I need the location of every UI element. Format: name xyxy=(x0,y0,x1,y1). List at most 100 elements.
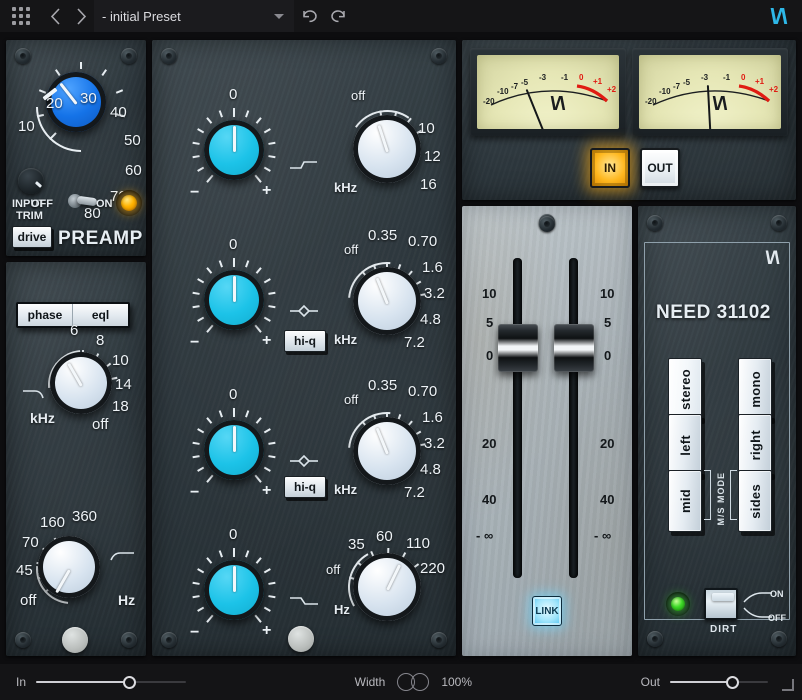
band2-freq-off: off xyxy=(344,242,358,257)
fader-r-inf: - ∞ xyxy=(594,528,611,543)
lp-scale-70: 70 xyxy=(22,534,39,551)
preset-selector[interactable]: - initial Preset xyxy=(94,0,294,32)
input-trim-knob[interactable] xyxy=(18,168,44,194)
in-slider[interactable] xyxy=(36,675,186,689)
band3-freq-unit: kHz xyxy=(334,482,357,497)
meter-panel: -20 -10 -7 -5 -3 -1 0 +1 +2 N xyxy=(462,40,796,200)
screw-icon xyxy=(161,48,177,64)
band3-gain-center: 0 xyxy=(229,386,237,403)
band2-freq-48: 4.8 xyxy=(420,311,441,328)
width-value: 100% xyxy=(441,675,472,689)
preamp-led xyxy=(121,195,137,211)
filter-panel: phase eql 6 8 10 14 18 xyxy=(6,262,146,656)
dirt-switch[interactable] xyxy=(704,588,738,620)
preamp-scale-20: 20 xyxy=(46,95,63,112)
band2-freq-knob[interactable] xyxy=(353,267,421,335)
meter-in-button[interactable]: IN xyxy=(590,148,630,188)
band3-freq-32: 3.2 xyxy=(424,435,445,452)
ms-button-stereo[interactable]: stereo xyxy=(668,358,702,420)
band1-freq-16: 16 xyxy=(420,176,437,193)
ms-button-left-label: left xyxy=(678,435,693,456)
chevron-down-icon xyxy=(274,14,284,19)
band3-freq-knob[interactable] xyxy=(353,417,421,485)
redo-icon xyxy=(330,8,348,24)
screw-icon xyxy=(771,215,787,231)
ms-button-sides[interactable]: sides xyxy=(738,470,772,532)
dirt-off-label: OFF xyxy=(768,613,786,623)
fader-right-track[interactable] xyxy=(569,258,578,578)
band1-gain-knob[interactable] xyxy=(204,120,264,180)
drive-button[interactable]: drive xyxy=(12,226,52,248)
redo-button[interactable] xyxy=(324,0,354,32)
vu-logo-right: N xyxy=(713,93,727,116)
lp-scale-off: off xyxy=(20,592,36,609)
in-slider-thumb[interactable] xyxy=(123,676,136,689)
filter-round-button[interactable] xyxy=(62,627,88,653)
meter-out-button[interactable]: OUT xyxy=(640,148,680,188)
band3-hiq-button[interactable]: hi-q xyxy=(284,476,326,498)
lp-unit: Hz xyxy=(118,592,135,608)
band4-freq-off: off xyxy=(326,562,340,577)
next-preset-button[interactable] xyxy=(68,0,94,32)
fader-left-track[interactable] xyxy=(513,258,522,578)
out-slider[interactable] xyxy=(670,675,768,689)
band2-gain-knob[interactable] xyxy=(204,270,264,330)
preamp-off-label: OFF xyxy=(31,198,53,210)
top-toolbar: - initial Preset N xyxy=(0,0,802,32)
band3-freq-72: 7.2 xyxy=(404,484,425,501)
band2-hiq-button[interactable]: hi-q xyxy=(284,330,326,352)
prev-preset-button[interactable] xyxy=(42,0,68,32)
fader-right-handle[interactable] xyxy=(554,324,594,372)
bottom-bar: In Width 100% Out xyxy=(0,664,802,700)
hp-scale-8: 8 xyxy=(96,332,104,349)
dirt-label: DIRT xyxy=(710,624,737,635)
eql-button[interactable]: eql xyxy=(73,304,128,326)
phase-button[interactable]: phase xyxy=(18,304,73,326)
fader-link-button[interactable]: LINK xyxy=(532,596,562,626)
high-cut-knob[interactable] xyxy=(50,352,112,414)
fader-r-5: 5 xyxy=(604,315,611,330)
band4-gain-knob[interactable] xyxy=(204,560,264,620)
band2-freq-035: 0.35 xyxy=(368,227,397,244)
fader-left-handle[interactable] xyxy=(498,324,538,372)
vu-meter-left: -20 -10 -7 -5 -3 -1 0 +1 +2 N xyxy=(470,48,626,136)
eq-round-button[interactable] xyxy=(288,626,314,652)
preamp-scale-10: 10 xyxy=(18,118,35,135)
band3-freq-070: 0.70 xyxy=(408,383,437,400)
ms-button-left[interactable]: left xyxy=(668,414,702,476)
grid-menu-button[interactable] xyxy=(0,0,42,32)
fader-l-0: 0 xyxy=(486,348,493,363)
preamp-power-switch[interactable] xyxy=(66,192,100,216)
out-slider-fill xyxy=(670,681,732,683)
low-cut-knob[interactable] xyxy=(38,536,100,598)
band4-gain-minus: − xyxy=(190,624,199,642)
ms-button-sides-label: sides xyxy=(748,484,763,519)
band4-freq-knob[interactable] xyxy=(353,553,421,621)
ms-button-mid[interactable]: mid xyxy=(668,470,702,532)
band4-freq-60: 60 xyxy=(376,528,393,545)
vu-meter-right: -20 -10 -7 -5 -3 -1 0 +1 +2 N xyxy=(632,48,788,136)
in-slider-fill xyxy=(36,681,129,683)
band3-gain-knob[interactable] xyxy=(204,420,264,480)
band1-freq-knob[interactable] xyxy=(353,115,421,183)
ms-button-stereo-label: stereo xyxy=(678,369,693,410)
fader-r-0: 0 xyxy=(604,348,611,363)
ms-button-mono[interactable]: mono xyxy=(738,358,772,420)
input-trim-label-2: TRIM xyxy=(16,210,43,222)
ms-brand-logo: N xyxy=(766,248,780,270)
band3-freq-off: off xyxy=(344,392,358,407)
band2-freq-72: 7.2 xyxy=(404,334,425,351)
undo-button[interactable] xyxy=(294,0,324,32)
band1-freq-12: 12 xyxy=(424,148,441,165)
band4-freq-35: 35 xyxy=(348,536,365,553)
fader-panel: 10 5 0 20 40 - ∞ 10 5 0 20 40 - ∞ LINK xyxy=(462,206,632,656)
out-slider-thumb[interactable] xyxy=(726,676,739,689)
width-icon[interactable] xyxy=(397,673,431,691)
ms-button-mono-label: mono xyxy=(748,371,763,408)
resize-corner-icon[interactable] xyxy=(782,679,794,691)
ms-button-right[interactable]: right xyxy=(738,414,772,476)
grid-icon xyxy=(12,7,30,25)
band1-gain-plus: + xyxy=(262,182,271,200)
in-slider-label: In xyxy=(16,675,26,689)
eq-panel: 0 − + off 10 12 16 xyxy=(152,40,456,656)
